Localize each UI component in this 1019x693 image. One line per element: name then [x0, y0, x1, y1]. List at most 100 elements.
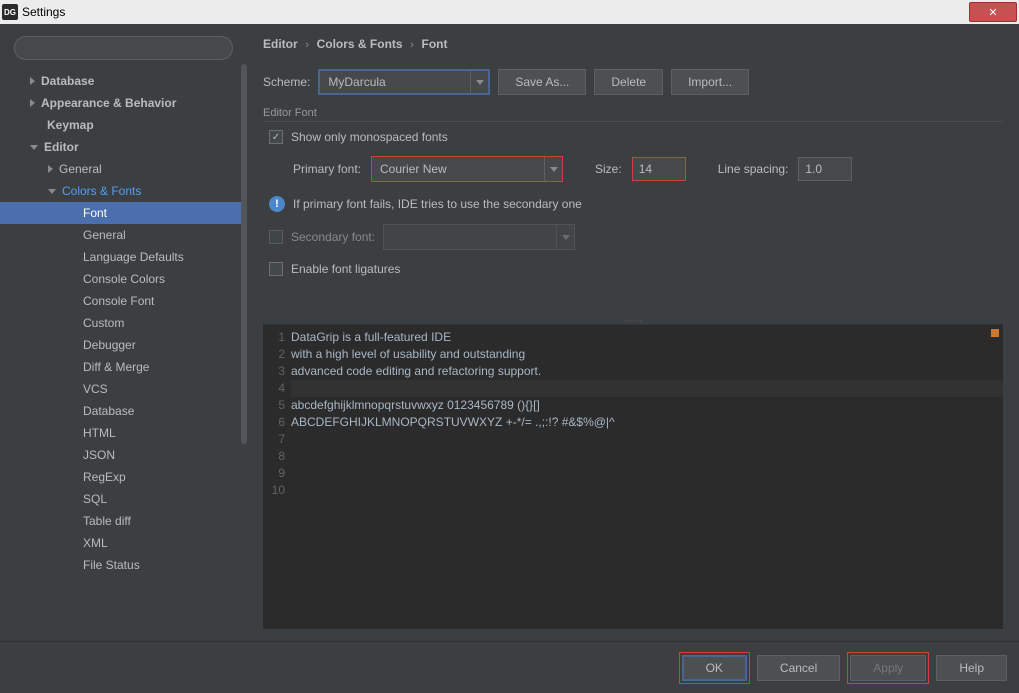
- show-monospaced-checkbox[interactable]: [269, 130, 283, 144]
- tree-item-label: JSON: [83, 448, 115, 462]
- show-monospaced-label: Show only monospaced fonts: [291, 130, 448, 144]
- tree-item[interactable]: Debugger: [0, 334, 247, 356]
- secondary-font-combo[interactable]: [383, 224, 575, 250]
- tree-item-label: VCS: [83, 382, 108, 396]
- tree-item[interactable]: Editor: [0, 136, 247, 158]
- apply-button[interactable]: Apply: [850, 655, 926, 681]
- titlebar: DG Settings ✕: [0, 0, 1019, 24]
- tree-item[interactable]: XML: [0, 532, 247, 554]
- code-line: advanced code editing and refactoring su…: [291, 363, 1003, 380]
- scheme-value: MyDarcula: [328, 75, 385, 89]
- secondary-font-label: Secondary font:: [291, 230, 375, 244]
- tree-item[interactable]: File Status: [0, 554, 247, 576]
- ok-button[interactable]: OK: [682, 655, 747, 681]
- chevron-down-icon: [544, 157, 562, 181]
- line-number: 2: [263, 346, 285, 363]
- tree-item[interactable]: VCS: [0, 378, 247, 400]
- ligatures-label: Enable font ligatures: [291, 262, 400, 276]
- breadcrumb-sep: ›: [305, 39, 309, 51]
- tree-item-label: SQL: [83, 492, 107, 506]
- dialog-footer: OK Cancel Apply Help: [0, 641, 1019, 693]
- tree-item-label: Appearance & Behavior: [41, 96, 176, 110]
- tree-item[interactable]: RegExp: [0, 466, 247, 488]
- code-line: with a high level of usability and outst…: [291, 346, 1003, 363]
- code-line: [291, 380, 1003, 397]
- save-as-button[interactable]: Save As...: [498, 69, 586, 95]
- window-title: Settings: [22, 5, 65, 19]
- font-preview[interactable]: 12345678910 DataGrip is a full-featured …: [263, 324, 1003, 629]
- scheme-label: Scheme:: [263, 75, 310, 89]
- line-number: 3: [263, 363, 285, 380]
- info-text: If primary font fails, IDE tries to use …: [293, 197, 582, 211]
- tree-item[interactable]: Console Font: [0, 290, 247, 312]
- cancel-button[interactable]: Cancel: [757, 655, 840, 681]
- tree-item[interactable]: Custom: [0, 312, 247, 334]
- breadcrumb-part: Font: [422, 37, 448, 51]
- line-number: 6: [263, 414, 285, 431]
- tree-item-label: Font: [83, 206, 107, 220]
- breadcrumb: Editor › Colors & Fonts › Font: [263, 36, 1003, 51]
- tree-item-label: XML: [83, 536, 108, 550]
- help-button[interactable]: Help: [936, 655, 1007, 681]
- tree-item-label: RegExp: [83, 470, 126, 484]
- primary-font-label: Primary font:: [293, 162, 361, 176]
- tree-item[interactable]: Diff & Merge: [0, 356, 247, 378]
- chevron-down-icon: [556, 225, 574, 249]
- tree-item[interactable]: Table diff: [0, 510, 247, 532]
- import-button[interactable]: Import...: [671, 69, 749, 95]
- tree-item-label: Console Font: [83, 294, 154, 308]
- secondary-font-checkbox[interactable]: [269, 230, 283, 244]
- tree-item[interactable]: SQL: [0, 488, 247, 510]
- tree-item[interactable]: Console Colors: [0, 268, 247, 290]
- ligatures-checkbox[interactable]: [269, 262, 283, 276]
- line-number: 5: [263, 397, 285, 414]
- code-line: [291, 465, 1003, 482]
- size-input[interactable]: [632, 157, 686, 181]
- line-number: 9: [263, 465, 285, 482]
- code-line: abcdefghijklmnopqrstuvwxyz 0123456789 ()…: [291, 397, 1003, 414]
- tree-item[interactable]: JSON: [0, 444, 247, 466]
- tree-item[interactable]: Font: [0, 202, 247, 224]
- line-spacing-input[interactable]: [798, 157, 852, 181]
- tree-item[interactable]: Database: [0, 70, 247, 92]
- tree-item-label: Database: [83, 404, 134, 418]
- line-number: 1: [263, 329, 285, 346]
- scheme-combo[interactable]: MyDarcula: [318, 69, 490, 95]
- tree-item[interactable]: Database: [0, 400, 247, 422]
- chevron-right-icon: [30, 99, 35, 107]
- close-button[interactable]: ✕: [969, 2, 1017, 22]
- tree-item[interactable]: Appearance & Behavior: [0, 92, 247, 114]
- primary-font-combo[interactable]: Courier New: [371, 156, 563, 182]
- tree-item-label: General: [59, 162, 102, 176]
- tree-item[interactable]: General: [0, 224, 247, 246]
- chevron-down-icon: [30, 145, 38, 150]
- search-input[interactable]: [14, 36, 233, 60]
- tree-item-label: Keymap: [47, 118, 94, 132]
- breadcrumb-part: Colors & Fonts: [317, 37, 403, 51]
- chevron-down-icon: [48, 189, 56, 194]
- line-number: 4: [263, 380, 285, 397]
- code-line: [291, 448, 1003, 465]
- tree-item[interactable]: General: [0, 158, 247, 180]
- code-line: [291, 482, 1003, 499]
- tree-item-label: Colors & Fonts: [62, 184, 141, 198]
- preview-marker-icon: [991, 329, 999, 337]
- preview-gutter: 12345678910: [263, 325, 291, 629]
- tree-item-label: HTML: [83, 426, 116, 440]
- delete-button[interactable]: Delete: [594, 69, 663, 95]
- tree-item-label: Custom: [83, 316, 124, 330]
- tree-item[interactable]: Language Defaults: [0, 246, 247, 268]
- tree-item[interactable]: Colors & Fonts: [0, 180, 247, 202]
- tree-item-label: Editor: [44, 140, 79, 154]
- line-number: 8: [263, 448, 285, 465]
- tree-item-label: General: [83, 228, 126, 242]
- breadcrumb-sep: ›: [410, 39, 414, 51]
- settings-tree: Database Appearance & Behavior Keymap Edito…: [0, 70, 247, 576]
- tree-item[interactable]: Keymap: [0, 114, 247, 136]
- tree-item[interactable]: HTML: [0, 422, 247, 444]
- preview-code[interactable]: DataGrip is a full-featured IDEwith a hi…: [291, 325, 1003, 629]
- chevron-right-icon: [30, 77, 35, 85]
- tree-item-label: File Status: [83, 558, 140, 572]
- line-number: 10: [263, 482, 285, 499]
- tree-item-label: Console Colors: [83, 272, 165, 286]
